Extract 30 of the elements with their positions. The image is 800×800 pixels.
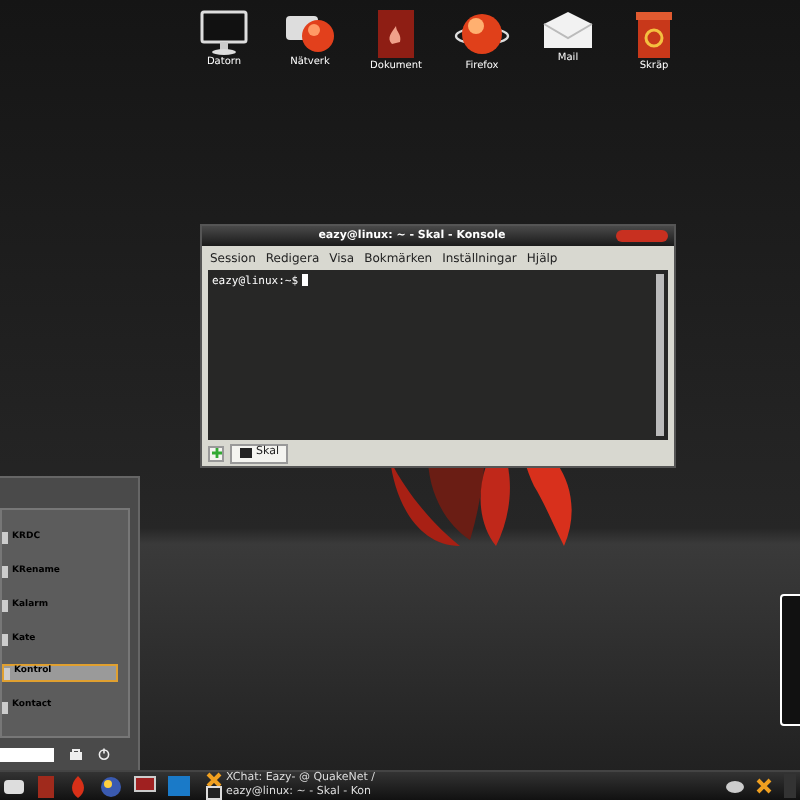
monitor-icon [198,8,250,56]
app-icon [2,701,8,714]
app-icon [2,566,8,579]
cross-icon [206,771,222,787]
text-cursor [302,274,309,286]
scrollbar[interactable] [656,274,664,436]
monitor-icon[interactable] [134,775,156,797]
app-icon [4,667,10,680]
power-icon[interactable] [98,748,110,760]
lock-icon[interactable] [70,748,82,760]
disc-icon[interactable] [726,779,744,793]
app-icon [2,600,8,613]
cross-icon[interactable] [756,778,772,794]
system-monitor-widget [780,594,800,726]
system-monitor-graph [784,774,796,798]
globe-icon[interactable] [100,775,122,797]
document-icon[interactable] [36,775,56,797]
flame-icon[interactable] [68,775,88,797]
trash-bin-icon [632,8,676,60]
terminal-icon [206,786,222,800]
app-icon [2,633,8,646]
search-field[interactable] [0,747,54,761]
terminal-icon [240,448,252,458]
envelope-icon [540,8,596,52]
new-tab-button[interactable] [208,445,224,461]
app-icon [2,532,8,545]
plus-icon [211,448,221,458]
drive-icon[interactable] [4,776,24,796]
globe-icon [454,8,510,60]
document-icon [374,8,418,60]
